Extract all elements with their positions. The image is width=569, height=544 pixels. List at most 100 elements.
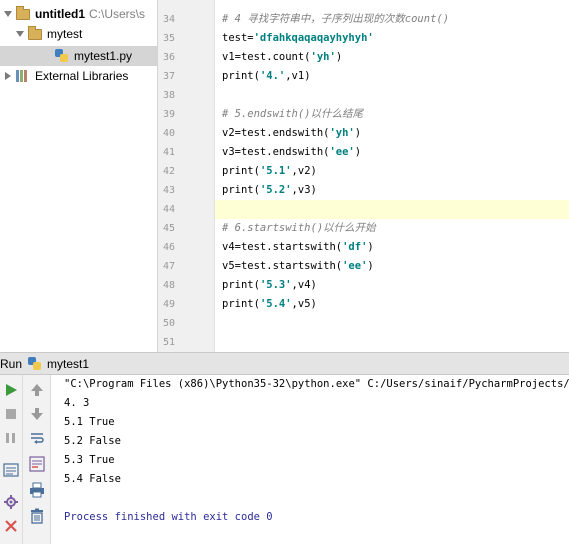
code-line[interactable]: v2=test.endswith('yh'): [222, 124, 361, 143]
code-string: 'dfahkqaqaqayhyhyh': [253, 32, 374, 44]
code-text: ,v1): [285, 70, 311, 82]
tree-item-label: untitled1: [35, 7, 85, 21]
code-editor[interactable]: # 4 寻找字符串中，子序列出现的次数count() test='dfahkqaq…: [215, 0, 569, 352]
settings-icon[interactable]: [2, 493, 20, 511]
print-icon[interactable]: [28, 481, 46, 499]
code-string: 'yh': [310, 51, 336, 63]
line-number: 46: [162, 242, 175, 253]
code-text: ,v2): [291, 165, 317, 177]
code-line[interactable]: print('5.1',v2): [222, 162, 317, 181]
code-string: 'df': [342, 241, 368, 253]
code-line[interactable]: v3=test.endswith('ee'): [222, 143, 361, 162]
code-text: ,v4): [291, 279, 317, 291]
tree-item-label: mytest1.py: [74, 49, 133, 63]
tree-item-path: C:\Users\s: [89, 7, 146, 21]
run-icon[interactable]: [2, 381, 20, 399]
code-text: v4=test.startswith(: [222, 241, 343, 253]
python-file-icon: [28, 356, 42, 371]
tree-item-external-libraries[interactable]: External Libraries: [0, 66, 157, 86]
close-icon[interactable]: [2, 517, 20, 535]
code-text: test=: [222, 32, 254, 44]
code-line[interactable]: print('5.2',v3): [222, 181, 317, 200]
code-line[interactable]: print('5.3',v4): [222, 276, 317, 295]
soft-wrap-icon[interactable]: [28, 429, 46, 447]
line-number: 47: [162, 261, 175, 272]
line-number: 38: [162, 90, 175, 101]
code-text: ,v3): [291, 184, 317, 196]
code-string: 'ee': [329, 146, 355, 158]
code-string: '5.1': [259, 165, 292, 177]
line-number: 43: [162, 185, 175, 196]
console-line: 5.3 True: [64, 454, 115, 466]
code-string: '4.': [259, 70, 286, 82]
project-tree: untitled1 C:\Users\s mytest mytest1.py E…: [0, 0, 158, 352]
code-line[interactable]: print('4.',v1): [222, 67, 311, 86]
run-tool-window-header: Run mytest1: [0, 352, 569, 375]
code-line[interactable]: # 6.startswith()以什么开始: [222, 219, 376, 238]
code-text: print(: [222, 298, 260, 310]
tree-item-untitled1[interactable]: untitled1 C:\Users\s: [0, 4, 157, 24]
code-text: print(: [222, 70, 260, 82]
tree-item-mytest1-py[interactable]: mytest1.py: [0, 46, 157, 66]
line-number: 42: [162, 166, 175, 177]
pause-icon[interactable]: [2, 429, 20, 447]
trash-icon[interactable]: [28, 507, 46, 525]
line-number: 51: [162, 337, 175, 348]
chevron-down-icon[interactable]: [15, 29, 25, 39]
run-console[interactable]: "C:\Program Files (x86)\Python35-32\pyth…: [51, 375, 569, 544]
line-number: 40: [162, 128, 175, 139]
python-file-icon: [55, 49, 69, 63]
code-text: ): [354, 146, 362, 158]
line-number: 45: [162, 223, 175, 234]
current-line-highlight: [215, 200, 569, 219]
code-line[interactable]: print('5.4',v5): [222, 295, 317, 314]
code-line[interactable]: v5=test.startswith('ee'): [222, 257, 374, 276]
console-line: 5.1 True: [64, 416, 115, 428]
tree-item-label: mytest: [47, 27, 83, 41]
code-text: ): [367, 260, 374, 272]
run-tab-label[interactable]: Run: [0, 357, 22, 371]
code-text: v3=test.endswith(: [222, 146, 330, 158]
code-comment: # 4 寻找字符串中，子序列出现的次数count(): [222, 13, 450, 25]
run-config-name[interactable]: mytest1: [47, 357, 89, 371]
line-number: 37: [162, 71, 175, 82]
up-arrow-icon[interactable]: [28, 381, 46, 399]
code-text: v5=test.startswith(: [222, 260, 343, 272]
run-right-toolbar: [23, 375, 51, 544]
code-string: '5.2': [259, 184, 292, 196]
code-text: v2=test.endswith(: [222, 127, 330, 139]
code-line[interactable]: test='dfahkqaqaqayhyhyh': [222, 29, 374, 48]
editor-gutter: 34 35 36 37 38 39 40 41 42 43 44 45 46 47 48 49 50 51: [158, 0, 215, 352]
folder-icon: [28, 25, 42, 40]
line-number: 39: [162, 109, 175, 120]
code-string: 'ee': [342, 260, 368, 272]
run-left-toolbar: [0, 375, 23, 544]
code-line[interactable]: v1=test.count('yh'): [222, 48, 342, 67]
code-comment: # 6.startswith()以什么开始: [222, 222, 376, 234]
line-number: 34: [162, 14, 175, 25]
console-line: 5.2 False: [64, 435, 121, 447]
down-arrow-icon[interactable]: [28, 405, 46, 423]
tree-item-mytest[interactable]: mytest: [0, 24, 157, 44]
libraries-icon: [16, 70, 30, 82]
stop-icon[interactable]: [2, 405, 20, 423]
dump-threads-icon[interactable]: [2, 461, 20, 479]
line-number: 44: [162, 204, 175, 215]
line-number: 50: [162, 318, 175, 329]
code-line[interactable]: # 4 寻找字符串中，子序列出现的次数count(): [222, 10, 449, 29]
console-line: 5.4 False: [64, 473, 121, 485]
scroll-to-end-icon[interactable]: [28, 455, 46, 473]
code-text: ): [335, 51, 343, 63]
chevron-right-icon[interactable]: [3, 71, 13, 81]
code-text: print(: [222, 279, 260, 291]
code-text: print(: [222, 165, 260, 177]
line-number: 49: [162, 299, 175, 310]
code-text: ,v5): [291, 298, 317, 310]
code-line[interactable]: v4=test.startswith('df'): [222, 238, 374, 257]
line-number: 41: [162, 147, 175, 158]
chevron-down-icon[interactable]: [3, 9, 13, 19]
code-text: v1=test.count(: [222, 51, 311, 63]
line-number: 36: [162, 52, 175, 63]
code-line[interactable]: # 5.endswith()以什么结尾: [222, 105, 363, 124]
code-string: '5.3': [259, 279, 292, 291]
